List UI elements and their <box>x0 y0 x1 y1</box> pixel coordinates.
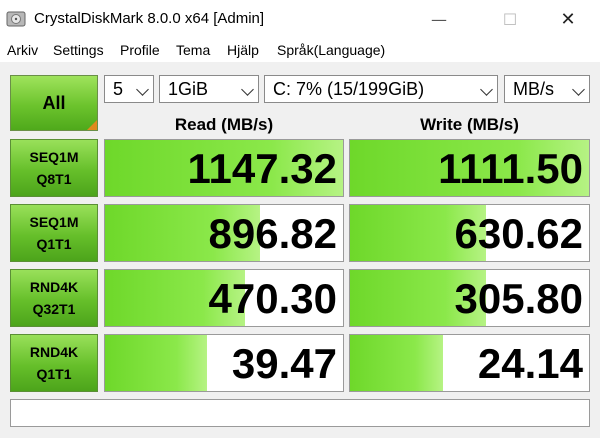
test-button-seq1m-q1t1[interactable]: SEQ1M Q1T1 <box>10 204 98 262</box>
write-column-header: Write (MB/s) <box>420 115 519 134</box>
read-value: 1147.32 <box>187 145 337 192</box>
minimize-icon[interactable]: — <box>416 0 462 38</box>
read-value: 896.82 <box>208 210 337 257</box>
read-result: 1147.32 <box>104 139 344 197</box>
write-value: 305.80 <box>454 275 583 322</box>
write-result: 1111.50 <box>349 139 590 197</box>
test-label-line1: SEQ1M <box>29 214 79 230</box>
read-bar <box>105 335 208 391</box>
read-column-header: Read (MB/s) <box>174 115 274 134</box>
write-value: 24.14 <box>477 340 583 387</box>
unit-value: MB/s <box>513 79 555 99</box>
chevron-down-icon <box>136 83 149 96</box>
test-button-rnd4k-q32t1[interactable]: RND4K Q32T1 <box>10 269 98 327</box>
close-icon[interactable]: ✕ <box>545 0 591 38</box>
write-result: 305.80 <box>349 269 590 327</box>
read-result: 39.47 <box>104 334 344 392</box>
chevron-down-icon <box>241 83 254 96</box>
menu-tema[interactable]: Tema <box>176 42 210 58</box>
test-count-select[interactable]: 5 <box>104 75 154 103</box>
menu-bar: Arkiv Settings Profile Tema Hjälp Språk(… <box>0 38 600 62</box>
test-label-line1: SEQ1M <box>29 149 79 165</box>
read-result: 470.30 <box>104 269 344 327</box>
test-size-value: 1GiB <box>168 79 209 99</box>
menu-profile[interactable]: Profile <box>120 42 160 58</box>
write-result: 24.14 <box>349 334 590 392</box>
corner-marker-icon <box>87 120 97 130</box>
write-value: 630.62 <box>454 210 583 257</box>
read-value: 39.47 <box>231 340 337 387</box>
test-label-line1: RND4K <box>29 344 79 360</box>
test-label-line2: Q8T1 <box>36 171 72 187</box>
write-value: 1111.50 <box>438 145 583 192</box>
unit-select[interactable]: MB/s <box>504 75 590 103</box>
test-button-seq1m-q8t1[interactable]: SEQ1M Q8T1 <box>10 139 98 197</box>
test-label-line1: RND4K <box>29 279 79 295</box>
menu-settings[interactable]: Settings <box>53 42 104 58</box>
disk-icon <box>6 10 26 28</box>
test-size-select[interactable]: 1GiB <box>159 75 259 103</box>
comment-box[interactable] <box>10 399 590 427</box>
read-value: 470.30 <box>208 275 337 322</box>
test-count-value: 5 <box>113 79 124 99</box>
menu-arkiv[interactable]: Arkiv <box>7 42 38 58</box>
write-bar <box>350 335 444 391</box>
drive-select[interactable]: C: 7% (15/199GiB) <box>264 75 498 103</box>
menu-hjalp[interactable]: Hjälp <box>227 42 259 58</box>
chevron-down-icon <box>480 83 493 96</box>
title-bar: CrystalDiskMark 8.0.0 x64 [Admin] — ☐ ✕ <box>0 0 600 38</box>
read-result: 896.82 <box>104 204 344 262</box>
test-label-line2: Q32T1 <box>32 301 76 317</box>
maximize-icon[interactable]: ☐ <box>487 0 533 38</box>
test-button-rnd4k-q1t1[interactable]: RND4K Q1T1 <box>10 334 98 392</box>
all-button[interactable]: All <box>10 75 98 131</box>
write-result: 630.62 <box>349 204 590 262</box>
all-button-label: All <box>42 92 66 113</box>
chevron-down-icon <box>572 83 585 96</box>
menu-language[interactable]: Språk(Language) <box>277 42 385 58</box>
window-title: CrystalDiskMark 8.0.0 x64 [Admin] <box>34 10 265 27</box>
drive-value: C: 7% (15/199GiB) <box>273 79 425 99</box>
test-label-line2: Q1T1 <box>36 236 72 252</box>
test-label-line2: Q1T1 <box>36 366 72 382</box>
